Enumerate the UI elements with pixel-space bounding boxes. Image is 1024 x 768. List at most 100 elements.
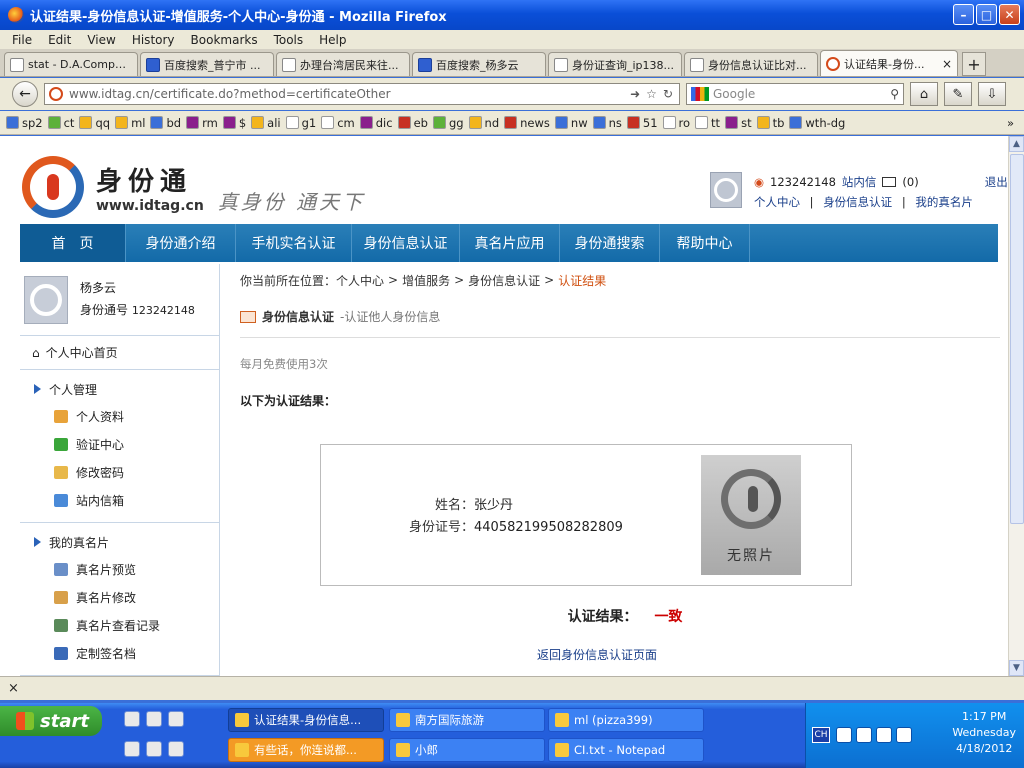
my-card-link[interactable]: 我的真名片	[915, 195, 973, 209]
bookmarks-overflow-button[interactable]: »	[1007, 116, 1024, 130]
close-window-button[interactable]: ✕	[999, 4, 1020, 25]
google-icon[interactable]	[691, 87, 709, 101]
breadcrumb-personal-center[interactable]: 你当前所在位置：个人中心	[240, 272, 384, 289]
menu-history[interactable]: History	[126, 33, 181, 47]
site-identity-icon[interactable]	[49, 87, 63, 101]
minimize-button[interactable]: –	[953, 4, 974, 25]
id-verify-link[interactable]: 身份信息认证	[823, 195, 892, 209]
site-logo[interactable]: 身份通 www.idtag.cn 真身份 通天下	[22, 156, 365, 218]
close-statusbar-icon[interactable]: ×	[8, 681, 19, 696]
bookmark-51[interactable]: 51	[626, 116, 658, 130]
scroll-down-icon[interactable]: ▼	[1009, 660, 1024, 676]
sidebar-item-signature[interactable]: 定制签名档	[20, 639, 219, 667]
mail-icon[interactable]	[882, 177, 897, 187]
bookmark-ro[interactable]: ro	[662, 116, 690, 130]
url-text[interactable]: www.idtag.cn/certificate.do?method=certi…	[69, 87, 391, 101]
tab-id-compare[interactable]: 身份信息认证比对...	[684, 52, 818, 76]
bookmark-ml[interactable]: ml	[115, 116, 145, 130]
personal-center-link[interactable]: 个人中心	[754, 195, 800, 209]
breadcrumb-id-verify[interactable]: 身份信息认证	[468, 272, 540, 289]
quicklaunch-icon[interactable]	[124, 711, 140, 727]
tab-baidu-puning[interactable]: 百度搜索_普宁市 ...	[140, 52, 274, 76]
sidebar-section-header[interactable]: 个人管理	[20, 376, 219, 402]
ime-icon[interactable]	[836, 727, 852, 743]
tab-baidu-yang[interactable]: 百度搜索_杨多云	[412, 52, 546, 76]
bookmark-dollar[interactable]: $	[222, 116, 246, 130]
downloads-button[interactable]: ⇩	[978, 82, 1006, 106]
bookmark-g1[interactable]: g1	[285, 116, 316, 130]
bookmark-tt[interactable]: tt	[695, 116, 720, 130]
url-bar[interactable]: www.idtag.cn/certificate.do?method=certi…	[44, 83, 680, 105]
sidebar-item-change-password[interactable]: 修改密码	[20, 458, 219, 486]
tab-stat[interactable]: stat - D.A.Comput...	[4, 52, 138, 76]
bookmark-rm[interactable]: rm	[186, 116, 218, 130]
scrollbar-thumb[interactable]	[1010, 154, 1024, 524]
bookmark-news[interactable]: news	[504, 116, 550, 130]
nav-search[interactable]: 身份通搜索	[560, 224, 660, 262]
inbox-link[interactable]: 站内信	[842, 172, 877, 192]
sidebar-item-mailbox[interactable]: 站内信箱	[20, 486, 219, 514]
taskbar-button-chat[interactable]: ml (pizza399)	[548, 708, 704, 732]
bookmark-ct[interactable]: ct	[47, 116, 74, 130]
tab-ip138[interactable]: 身份证查询_ip138...	[548, 52, 682, 76]
bookmark-nw[interactable]: nw	[554, 116, 588, 130]
taskbar-button-flashing[interactable]: 有些话，你连说都...	[228, 738, 384, 762]
taskbar-button-notepad[interactable]: CI.txt - Notepad	[548, 738, 704, 762]
vertical-scrollbar[interactable]: ▲ ▼	[1008, 136, 1024, 676]
bookmark-ali[interactable]: ali	[251, 116, 281, 130]
sidebar-item-card-views[interactable]: 真名片查看记录	[20, 611, 219, 639]
search-bar[interactable]: Google ⚲	[686, 83, 904, 105]
search-input[interactable]: Google	[713, 87, 755, 101]
menu-tools[interactable]: Tools	[268, 33, 310, 47]
breadcrumb-services[interactable]: 增值服务	[402, 272, 450, 289]
go-icon[interactable]: ➜	[630, 87, 640, 101]
taskbar-button-folder-xiaolang[interactable]: 小郎	[389, 738, 545, 762]
bookmark-st[interactable]: st	[725, 116, 752, 130]
quicklaunch-icon[interactable]	[146, 711, 162, 727]
language-indicator[interactable]: CH	[812, 727, 830, 743]
home-button[interactable]: ⌂	[910, 82, 938, 106]
menu-edit[interactable]: Edit	[42, 33, 77, 47]
bookmark-bd[interactable]: bd	[150, 116, 181, 130]
close-tab-icon[interactable]: ×	[942, 57, 952, 71]
bookmark-nd[interactable]: nd	[468, 116, 499, 130]
back-to-verify-link[interactable]: 返回身份信息认证页面	[240, 646, 954, 663]
new-tab-button[interactable]: +	[962, 52, 986, 76]
addon-button[interactable]: ✎	[944, 82, 972, 106]
back-button[interactable]: ←	[12, 81, 38, 107]
tab-taiwan-permit[interactable]: 办理台湾居民来往...	[276, 52, 410, 76]
bookmark-wth-dg[interactable]: wth-dg	[789, 116, 845, 130]
bookmark-dic[interactable]: dic	[359, 116, 393, 130]
maximize-button[interactable]: □	[976, 4, 997, 25]
nav-home[interactable]: 首 页	[20, 224, 126, 262]
search-icon[interactable]: ⚲	[890, 87, 903, 101]
bookmark-gg[interactable]: gg	[432, 116, 464, 130]
logout-link[interactable]: 退出	[985, 172, 1008, 192]
bookmark-eb[interactable]: eb	[397, 116, 428, 130]
sidebar-item-verify-center[interactable]: 验证中心	[20, 430, 219, 458]
bookmark-star-icon[interactable]: ☆	[646, 87, 657, 101]
help-icon[interactable]	[856, 727, 872, 743]
menu-help[interactable]: Help	[313, 33, 352, 47]
tray-app-icon[interactable]	[896, 727, 912, 743]
sidebar-section-header[interactable]: 我的真名片	[20, 529, 219, 555]
ie-icon[interactable]	[146, 741, 162, 757]
menu-view[interactable]: View	[81, 33, 121, 47]
firefox-icon[interactable]	[168, 741, 184, 757]
excel-icon[interactable]	[124, 741, 140, 757]
bookmark-qq[interactable]: qq	[79, 116, 110, 130]
taskbar-button-folder-travel[interactable]: 南方国际旅游	[389, 708, 545, 732]
menu-file[interactable]: File	[6, 33, 38, 47]
nav-id-verify[interactable]: 身份信息认证	[352, 224, 460, 262]
tab-result-active[interactable]: 认证结果-身份... ×	[820, 50, 958, 76]
bookmark-tb[interactable]: tb	[756, 116, 784, 130]
bookmark-ns[interactable]: ns	[592, 116, 622, 130]
sidebar-item-profile[interactable]: 个人资料	[20, 402, 219, 430]
taskbar-button-firefox[interactable]: 认证结果-身份信息...	[228, 708, 384, 732]
nav-help[interactable]: 帮助中心	[660, 224, 750, 262]
start-button[interactable]: start	[0, 706, 102, 736]
bookmark-cm[interactable]: cm	[321, 116, 355, 130]
sidebar-item-home[interactable]: ⌂ 个人中心首页	[20, 336, 219, 370]
bookmark-sp2[interactable]: sp2	[6, 116, 43, 130]
sidebar-item-card-preview[interactable]: 真名片预览	[20, 555, 219, 583]
